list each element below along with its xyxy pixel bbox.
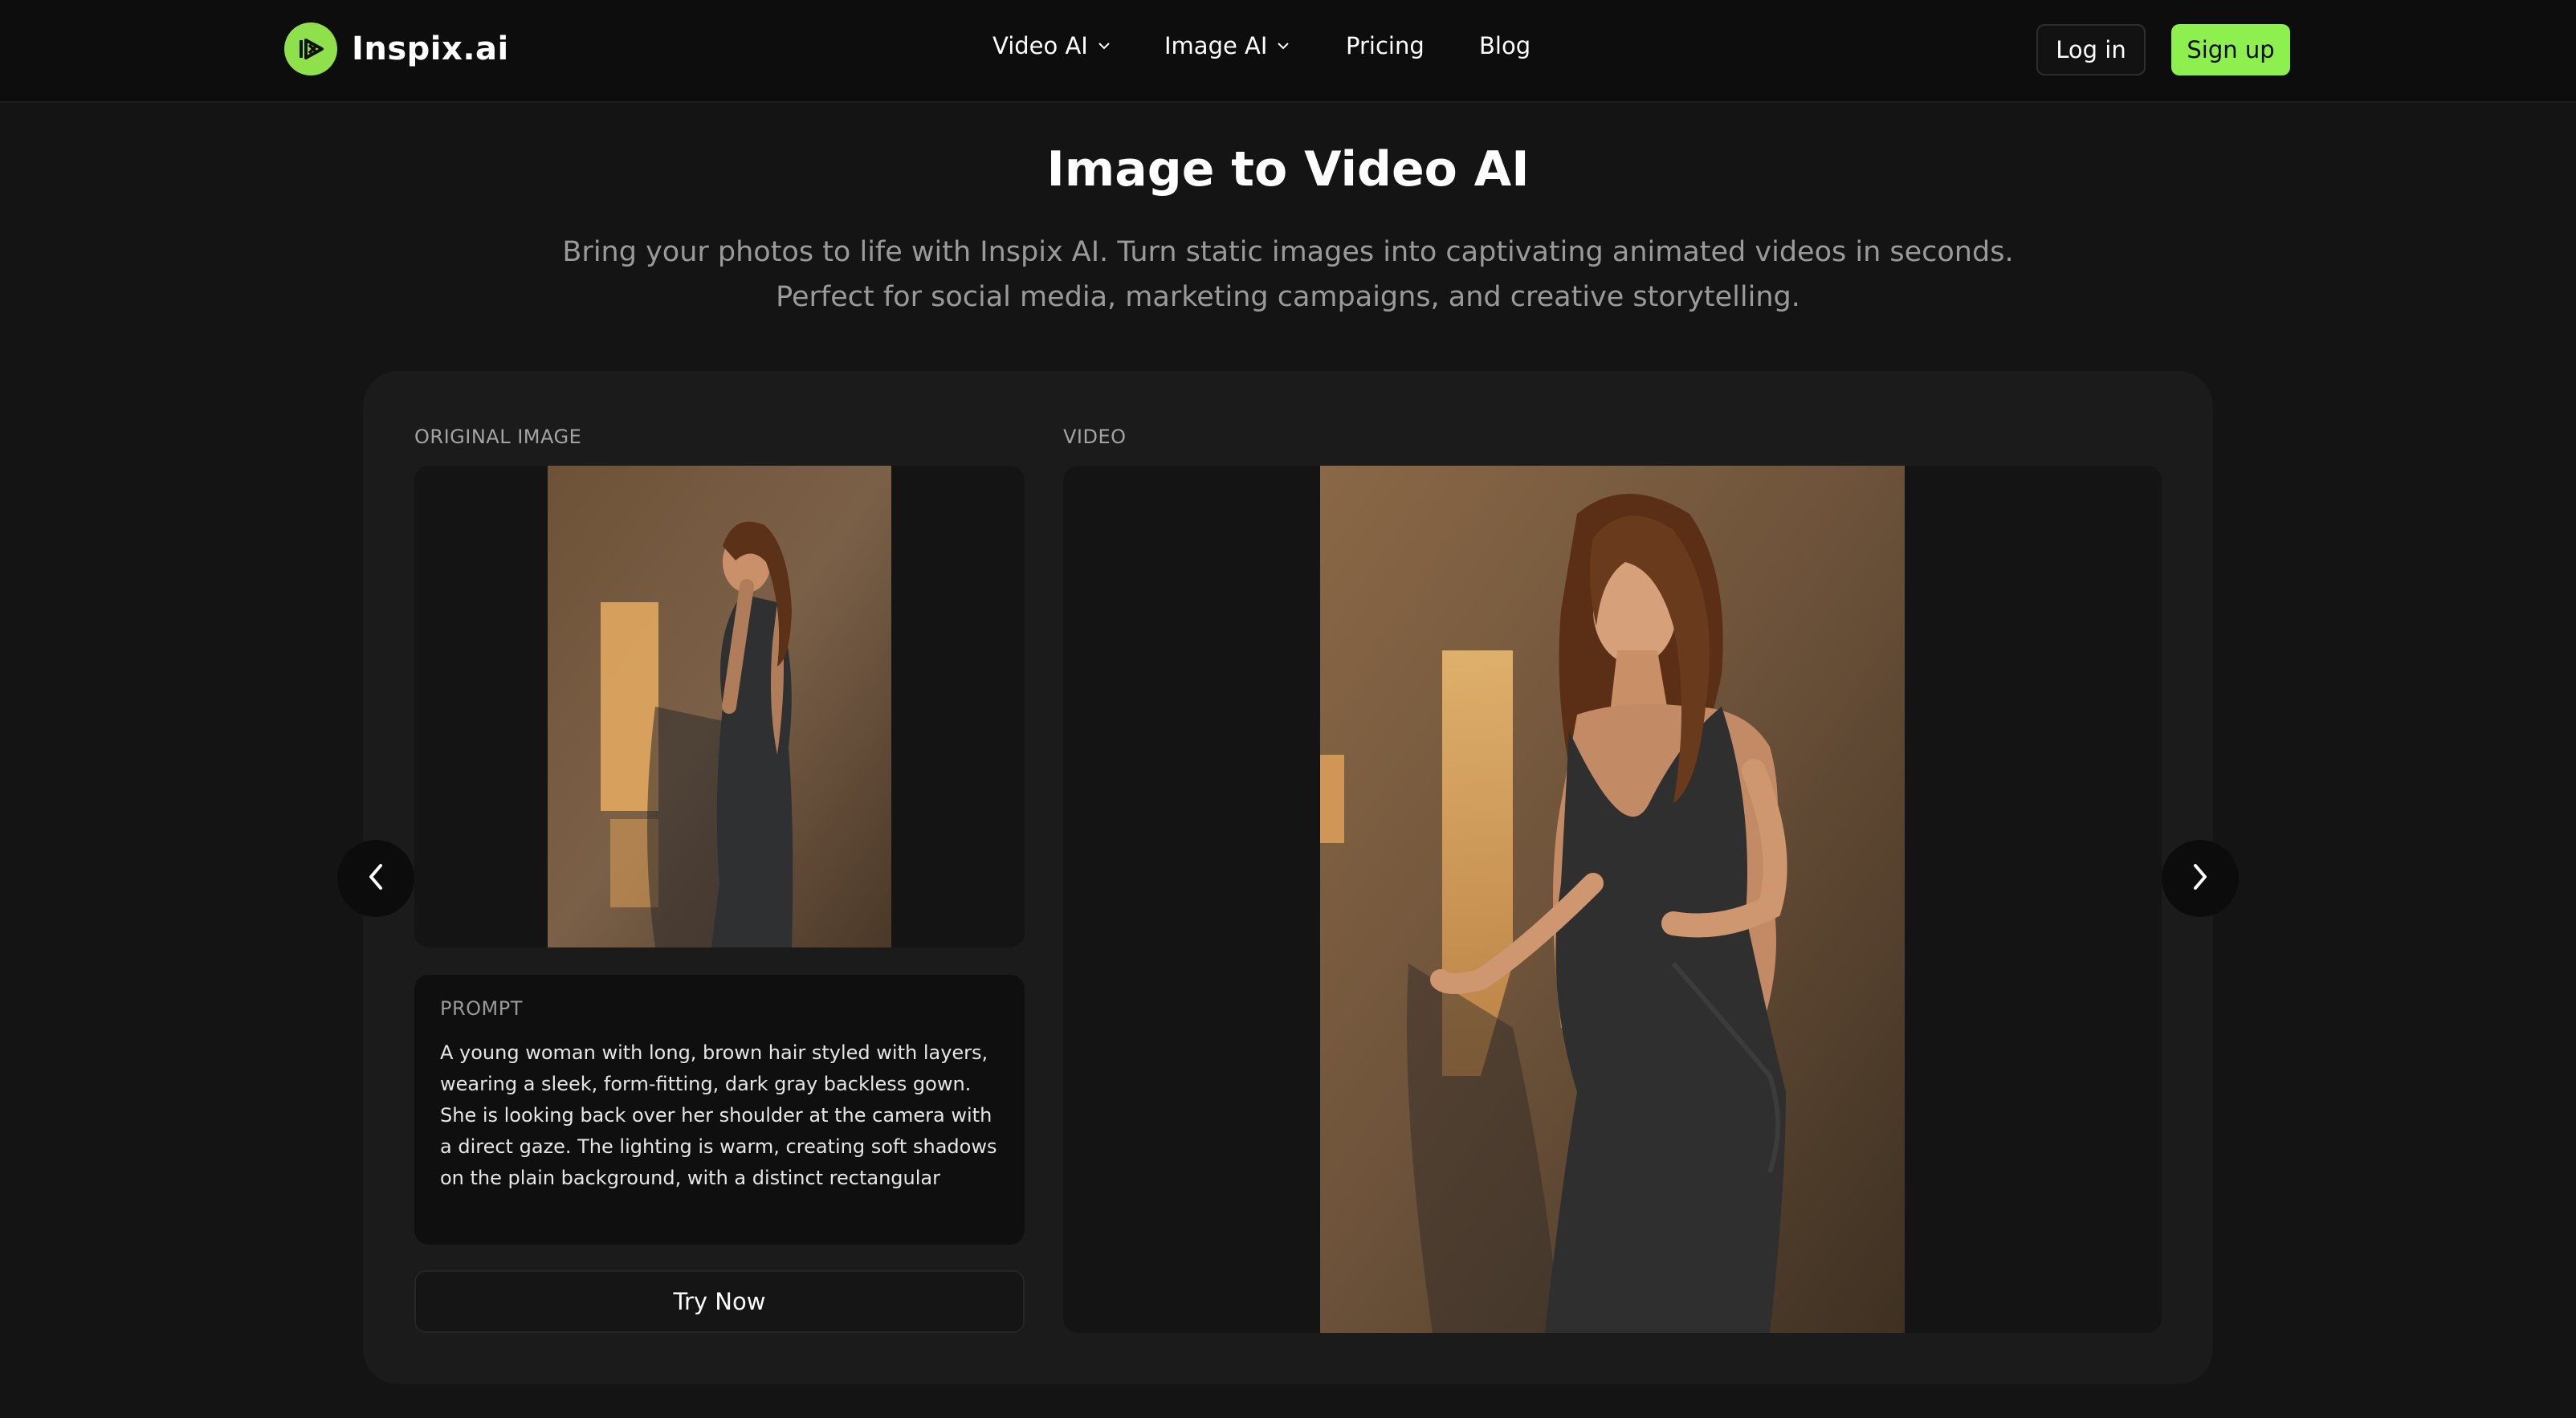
top-navbar: Inspix.ai Video AI Image AI Pricing Blog… — [0, 0, 2576, 103]
prev-slide-button[interactable] — [337, 840, 414, 917]
nav-item-label: Video AI — [992, 32, 1088, 59]
login-button[interactable]: Log in — [2036, 24, 2146, 75]
prompt-box: PROMPT A young woman with long, brown ha… — [414, 975, 1025, 1245]
try-now-button[interactable]: Try Now — [414, 1270, 1025, 1333]
page-subtitle: Bring your photos to life with Inspix AI… — [485, 230, 2091, 320]
next-slide-button[interactable] — [2162, 840, 2239, 917]
chevron-left-icon — [365, 862, 387, 894]
nav-item-image-ai[interactable]: Image AI — [1164, 32, 1290, 59]
video-preview — [1320, 466, 1905, 1333]
subtitle-line: Bring your photos to life with Inspix AI… — [562, 236, 2014, 268]
nav-item-label: Blog — [1479, 32, 1531, 59]
chevron-right-icon — [2189, 862, 2211, 894]
subtitle-line: Perfect for social media, marketing camp… — [776, 281, 1800, 313]
page-title: Image to Video AI — [1046, 141, 1530, 198]
original-image — [548, 466, 891, 947]
prompt-label: PROMPT — [440, 997, 523, 1020]
chevron-down-icon — [1277, 42, 1290, 50]
nav-item-blog[interactable]: Blog — [1479, 32, 1531, 59]
prompt-text: A young woman with long, brown hair styl… — [440, 1041, 997, 1189]
original-image-label: ORIGINAL IMAGE — [414, 426, 582, 448]
nav-item-label: Image AI — [1164, 32, 1268, 59]
nav-item-video-ai[interactable]: Video AI — [992, 32, 1111, 59]
video-frame[interactable] — [1063, 466, 2162, 1333]
nav-item-pricing[interactable]: Pricing — [1346, 32, 1425, 59]
video-label: VIDEO — [1063, 426, 1127, 448]
original-image-frame — [414, 466, 1025, 947]
nav-item-label: Pricing — [1346, 32, 1425, 59]
signup-button[interactable]: Sign up — [2171, 24, 2290, 75]
showcase-card: ORIGINAL IMAGE VIDEO PROMPT A young woma… — [363, 371, 2213, 1384]
chevron-down-icon — [1098, 42, 1111, 50]
